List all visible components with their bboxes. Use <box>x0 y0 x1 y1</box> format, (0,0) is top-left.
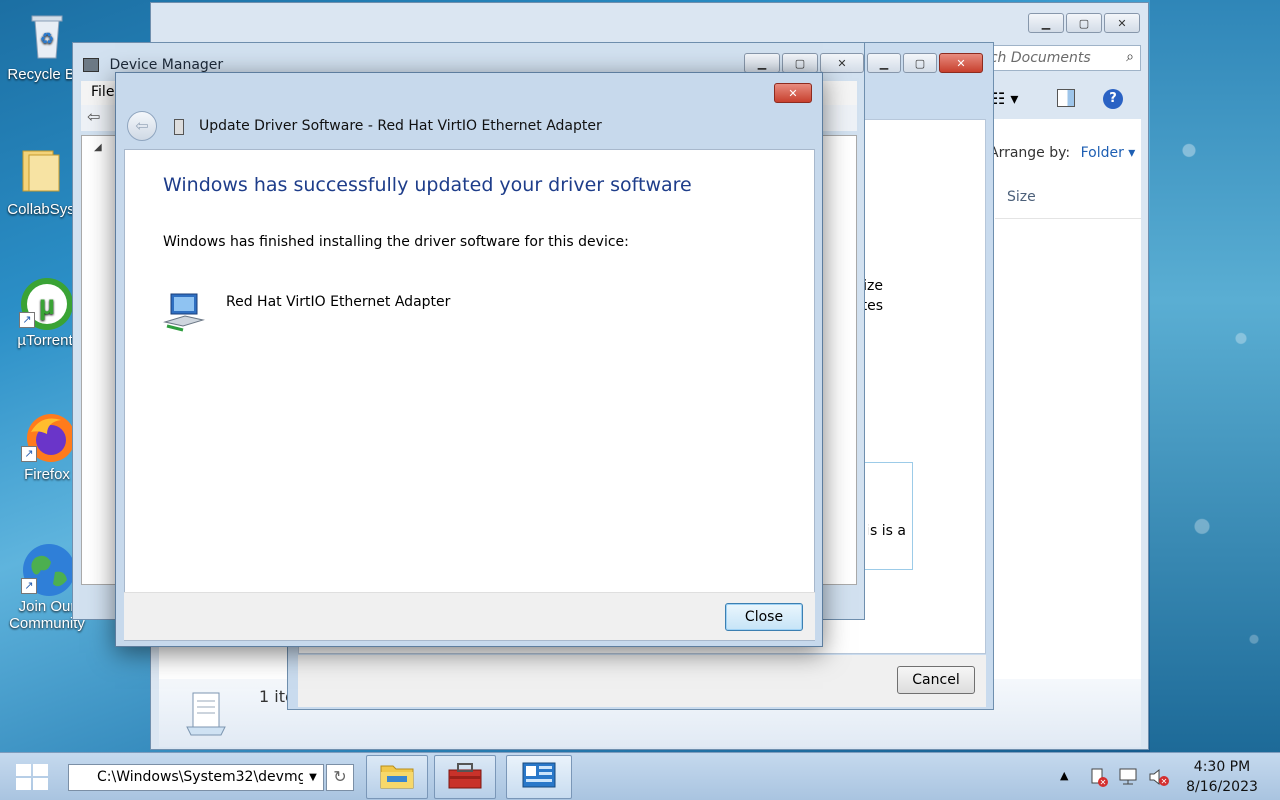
refresh-icon[interactable]: ↻ <box>326 764 354 791</box>
desktop-icon-label: Firefox <box>24 466 70 483</box>
maximize-button[interactable]: ▢ <box>782 53 818 73</box>
help-icon[interactable]: ? <box>1103 89 1123 109</box>
utorrent-icon: µ ↗ <box>19 276 73 330</box>
clock-date: 8/16/2023 <box>1186 779 1258 795</box>
driver-icon <box>174 119 184 135</box>
dialog-content: Windows has successfully updated your dr… <box>124 149 815 641</box>
minimize-button[interactable]: ▁ <box>1028 13 1064 33</box>
svg-text:µ: µ <box>39 289 55 320</box>
close-button[interactable]: ✕ <box>1104 13 1140 33</box>
update-driver-dialog[interactable]: ✕ ⇦ Update Driver Software - Red Hat Vir… <box>115 72 823 647</box>
search-input[interactable]: Search Documents ⌕ <box>981 45 1141 71</box>
expand-arrow-icon[interactable]: ◢ <box>94 142 102 153</box>
desktop-icon-label: CollabSys <box>7 201 75 218</box>
taskbar: C:\Windows\System32\devmgmt.msc ▼ ↻ ▲ ✕ … <box>0 752 1280 800</box>
taskbar-toolbox[interactable] <box>434 755 496 799</box>
wallpaper <box>1150 0 1280 752</box>
recycle-bin-icon: ♻ <box>21 10 73 62</box>
properties-footer: Cancel <box>298 655 986 707</box>
folder-icon <box>379 760 415 794</box>
desktop-icon-label: µTorrent <box>17 332 73 349</box>
close-button[interactable]: ✕ <box>820 53 864 73</box>
device-name: Red Hat VirtIO Ethernet Adapter <box>226 294 451 310</box>
volume-muted-icon[interactable]: ✕ <box>1148 767 1170 787</box>
cancel-button[interactable]: Cancel <box>897 666 975 694</box>
back-button[interactable]: ⇦ <box>127 111 157 141</box>
taskbar-device-manager[interactable] <box>506 755 572 799</box>
start-button[interactable] <box>14 761 50 793</box>
shortcut-arrow-icon: ↗ <box>21 446 37 462</box>
dropdown-arrow-icon[interactable]: ▼ <box>303 765 323 790</box>
firefox-icon: ↗ <box>21 410 75 462</box>
svg-text:✕: ✕ <box>1100 778 1107 787</box>
window-title: Device Manager <box>109 57 224 73</box>
maximize-button[interactable]: ▢ <box>903 53 937 73</box>
globe-icon: ↗ <box>21 542 75 596</box>
dialog-footer: Close <box>124 592 815 640</box>
clock[interactable]: 4:30 PM 8/16/2023 <box>1180 757 1264 797</box>
back-arrow-icon[interactable]: ⇦ <box>87 107 100 126</box>
minimize-button[interactable]: ▁ <box>744 53 780 73</box>
maximize-button[interactable]: ▢ <box>1066 13 1102 33</box>
finished-message: Windows has finished installing the driv… <box>163 234 629 250</box>
svg-text:♻: ♻ <box>40 31 54 48</box>
menu-file[interactable]: File <box>91 84 114 100</box>
network-adapter-icon <box>163 292 207 332</box>
shortcut-arrow-icon: ↗ <box>21 578 37 594</box>
close-button[interactable]: ✕ <box>774 83 812 103</box>
device-manager-icon <box>83 58 99 72</box>
success-heading: Windows has successfully updated your dr… <box>163 174 692 196</box>
close-button[interactable]: ✕ <box>939 53 983 73</box>
document-icon <box>181 689 231 739</box>
close-dialog-button[interactable]: Close <box>725 603 803 631</box>
action-center-icon[interactable]: ✕ <box>1090 767 1108 787</box>
svg-text:✕: ✕ <box>1161 777 1168 786</box>
arrange-dropdown[interactable]: Folder <box>1081 145 1124 161</box>
column-header-size[interactable]: Size <box>995 189 1141 219</box>
minimize-button[interactable]: ▁ <box>867 53 901 73</box>
view-options-icon[interactable]: ☷ ▾ <box>991 89 1018 108</box>
network-icon[interactable] <box>1118 767 1140 787</box>
address-input[interactable]: C:\Windows\System32\devmgmt.msc ▼ <box>68 764 324 791</box>
shortcut-arrow-icon: ↗ <box>19 312 35 328</box>
taskbar-file-explorer[interactable] <box>366 755 428 799</box>
preview-pane-icon[interactable] <box>1057 89 1075 107</box>
device-manager-icon <box>520 760 558 794</box>
show-hidden-icons[interactable]: ▲ <box>1060 769 1068 782</box>
dialog-title: Update Driver Software - Red Hat VirtIO … <box>199 118 602 134</box>
folder-icon <box>15 145 67 197</box>
search-icon[interactable]: ⌕ <box>1126 49 1134 65</box>
toolbox-icon <box>446 760 484 794</box>
clock-time: 4:30 PM <box>1193 759 1251 775</box>
arrange-label: Arrange by: <box>989 145 1071 161</box>
